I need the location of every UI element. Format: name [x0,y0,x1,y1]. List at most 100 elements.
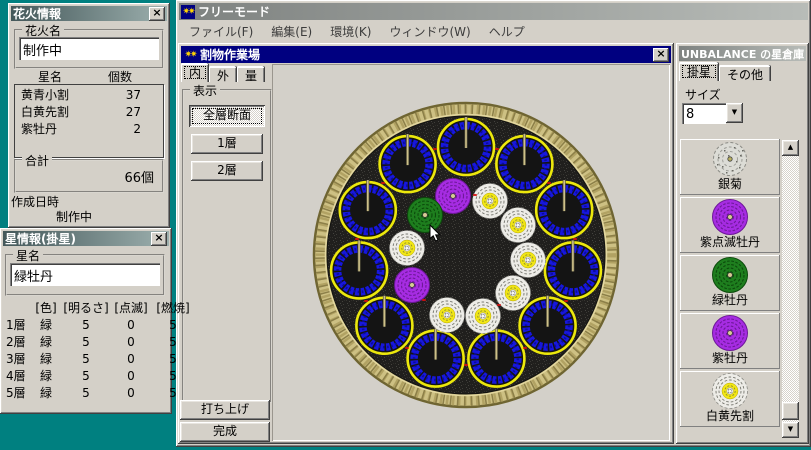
view-button-1[interactable]: 1層 [191,134,263,154]
star-info-close-button[interactable]: × [151,232,167,246]
layer-label: 4層 [4,368,30,385]
layer-table-header: [色][明るさ][点滅][燃焼] [4,300,194,317]
shell-cross-section[interactable] [272,64,670,441]
layer-brightness: 5 [62,368,110,385]
warehouse-item-label: 白黄先割 [706,409,754,423]
star-warehouse-window: UNBALANCE の星倉庫 掛星その他 サイズ 8 ▼ 銀菊紫点滅牡丹緑牡丹紫… [676,43,809,444]
star-count-list[interactable]: 黄青小割37白黄先割27紫牡丹2 [14,84,164,158]
star-info-titlebar[interactable]: 星情報(掛星) × [3,231,169,246]
workshop-tab-0[interactable]: 内 [181,63,209,82]
workshop-titlebar[interactable]: ✷✷ 割物作業場 × [181,46,671,63]
warehouse-item-4[interactable]: 白黄先割 [680,371,780,427]
fireworks-info-title: 花火情報 [13,6,61,21]
created-value: 制作中 [56,208,92,225]
layer-brightness: 5 [62,385,110,402]
warehouse-tab-0[interactable]: 掛星 [679,62,719,81]
layer-header: [燃焼] [152,300,194,317]
total-groupbox: 合計 66個 [14,159,164,193]
menu-item-3[interactable]: ウィンドウ(W) [389,23,470,40]
purple-star-icon [710,313,750,353]
scroll-down-button[interactable]: ▼ [782,422,799,438]
star-count-row-2[interactable]: 紫牡丹2 [15,121,163,138]
layer-header: [明るさ] [62,300,110,317]
star-info-title: 星情報(掛星) [5,231,76,246]
layer-row-4: 5層緑505 [4,385,194,402]
combo-dropdown-button[interactable]: ▼ [726,103,743,123]
layer-color: 緑 [30,385,62,402]
star-count-value: 27 [105,104,141,121]
view-button-0[interactable]: 全層断面 [189,105,265,127]
layer-row-1: 2層緑505 [4,334,194,351]
layer-label: 2層 [4,334,30,351]
layer-burn: 5 [152,368,194,385]
launch-button[interactable]: 打ち上げ [180,400,270,420]
purple-star-icon [710,197,750,237]
warehouse-item-3[interactable]: 紫牡丹 [680,313,780,369]
workshop-window: ✷✷ 割物作業場 × 内外量 表示 全層断面1層2層 打ち上げ 完成 [178,43,674,444]
warehouse-scrollbar[interactable]: ▲ ▼ [782,140,799,438]
white_yellow-star-icon [710,371,750,411]
warehouse-title: UNBALANCE の星倉庫 [681,46,804,61]
total-group-label: 合計 [22,152,52,169]
layer-row-3: 4層緑505 [4,368,194,385]
scroll-up-button[interactable]: ▲ [782,140,799,156]
fireworks-name-input[interactable]: 制作中 [19,37,159,60]
layer-table: [色][明るさ][点滅][燃焼]1層緑5052層緑5053層緑5054層緑505… [4,300,194,402]
warehouse-item-1[interactable]: 紫点滅牡丹 [680,197,780,253]
layer-burn: 5 [152,385,194,402]
silver-star-icon [710,139,750,179]
warehouse-item-0[interactable]: 銀菊 [680,139,780,195]
view-button-2[interactable]: 2層 [191,161,263,181]
count-column-header: 個数 [108,68,132,85]
warehouse-tab-1[interactable]: その他 [719,65,771,81]
warehouse-item-2[interactable]: 緑牡丹 [680,255,780,311]
fireworks-name-groupbox: 花火名 制作中 [14,29,164,69]
layer-brightness: 5 [62,334,110,351]
workshop-title: 割物作業場 [200,46,260,63]
fireworks-info-close-button[interactable]: × [149,7,165,21]
warehouse-item-label: 緑牡丹 [712,293,748,307]
star-name-group-label: 星名 [13,247,43,264]
menu-bar: ファイル(F) 編集(E) 環境(K) ウィンドウ(W) ヘルプ [179,21,808,41]
workshop-tab-2[interactable]: 量 [237,66,265,82]
workshop-tab-row: 内外量 [181,65,265,82]
layer-brightness: 5 [62,317,110,334]
shell-canvas[interactable] [272,64,670,441]
finish-button[interactable]: 完成 [180,422,270,442]
layer-label: 1層 [4,317,30,334]
layer-label: 5層 [4,385,30,402]
display-groupbox: 表示 全層断面1層2層 [182,89,272,403]
star-count-row-0[interactable]: 黄青小割37 [15,87,163,104]
scroll-thumb[interactable] [782,402,799,420]
warehouse-item-label: 紫牡丹 [712,351,748,365]
view-buttons: 全層断面 1層 2層 [184,105,270,181]
fireworks-info-titlebar[interactable]: 花火情報 × [11,6,167,21]
layer-color: 緑 [30,351,62,368]
star-name-input[interactable]: 緑牡丹 [10,263,160,286]
star-count-row-1[interactable]: 白黄先割27 [15,104,163,121]
workshop-close-button[interactable]: × [653,48,669,62]
main-titlebar[interactable]: ✷✷ フリーモード [179,3,808,20]
size-combo[interactable]: 8 ▼ [682,103,743,124]
workshop-tab-1[interactable]: 外 [209,66,237,82]
layer-color: 緑 [30,368,62,385]
menu-item-1[interactable]: 編集(E) [271,23,312,40]
size-combo-value[interactable]: 8 [682,103,726,124]
warehouse-item-list: 銀菊紫点滅牡丹緑牡丹紫牡丹白黄先割 [680,139,780,429]
layer-blink: 0 [110,334,152,351]
star-info-window: 星情報(掛星) × 星名 緑牡丹 [色][明るさ][点滅][燃焼]1層緑5052… [0,228,172,414]
layer-blink: 0 [110,385,152,402]
main-window: ✷✷ フリーモード ファイル(F) 編集(E) 環境(K) ウィンドウ(W) ヘルプ ✷… [176,0,811,447]
workshop-icon: ✷✷ [183,48,197,62]
main-window-title: フリーモード [198,3,270,20]
layer-burn: 5 [152,334,194,351]
layer-blink: 0 [110,317,152,334]
menu-item-4[interactable]: ヘルプ [489,23,525,40]
menu-item-0[interactable]: ファイル(F) [189,23,253,40]
mdi-client-area: ✷✷ 割物作業場 × 内外量 表示 全層断面1層2層 打ち上げ 完成 [178,42,809,445]
menu-item-2[interactable]: 環境(K) [330,23,371,40]
desktop: ✷✷ フリーモード ファイル(F) 編集(E) 環境(K) ウィンドウ(W) ヘルプ ✷… [0,0,811,450]
warehouse-titlebar[interactable]: UNBALANCE の星倉庫 [679,46,806,61]
layer-blink: 0 [110,351,152,368]
layer-burn: 5 [152,317,194,334]
